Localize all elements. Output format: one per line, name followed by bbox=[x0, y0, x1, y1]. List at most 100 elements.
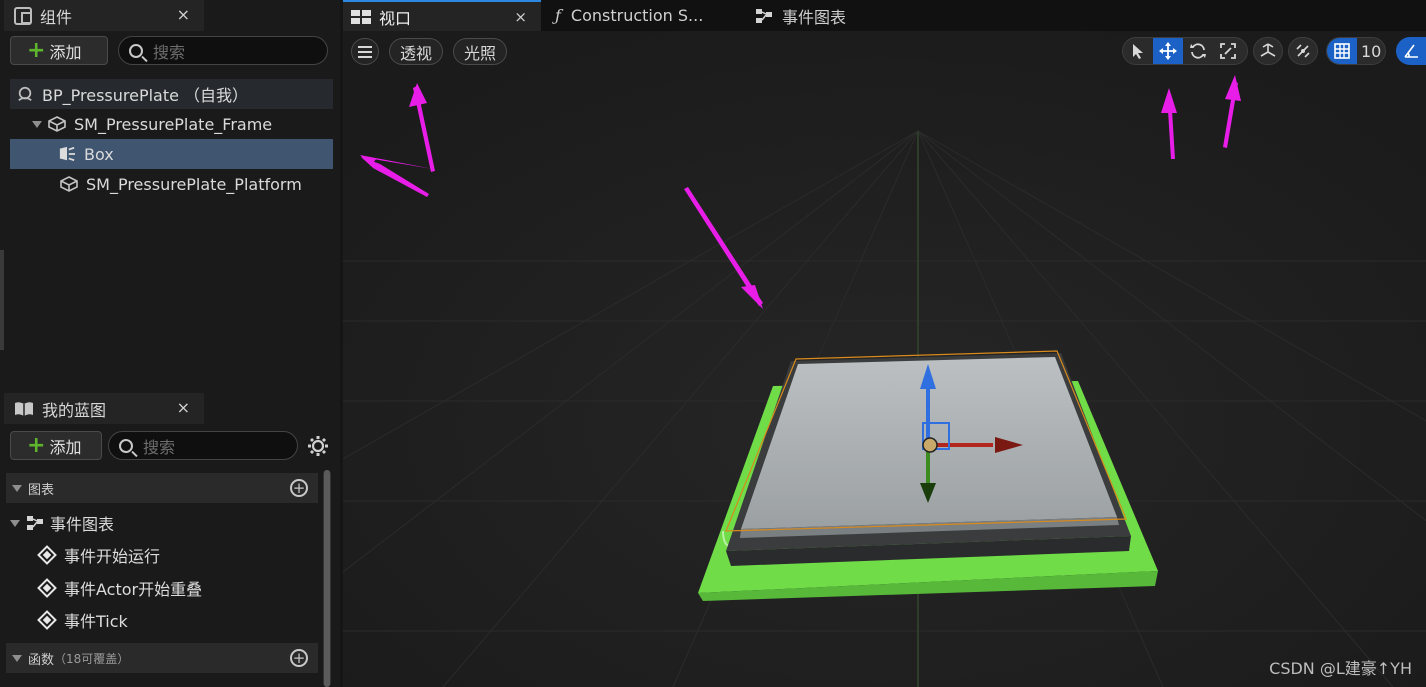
surface-snapping-button[interactable] bbox=[1288, 37, 1318, 65]
viewport-scene bbox=[343, 31, 1426, 687]
components-add-button[interactable]: + 添加 bbox=[10, 36, 108, 65]
perspective-button[interactable]: 透视 bbox=[389, 38, 443, 65]
components-search-placeholder: 搜索 bbox=[153, 42, 186, 62]
transform-tools bbox=[1122, 37, 1248, 65]
event-item[interactable]: 事件Actor开始重叠 bbox=[37, 574, 203, 602]
event-node-icon bbox=[37, 578, 57, 598]
scrollbar-thumb[interactable] bbox=[324, 470, 330, 687]
components-close-button[interactable]: × bbox=[177, 5, 190, 24]
event-node-icon bbox=[37, 610, 57, 630]
blueprint-toolbar: + 添加 搜索 bbox=[10, 431, 329, 460]
tree-item-platform[interactable]: SM_PressurePlate_Platform bbox=[10, 169, 333, 199]
move-icon bbox=[1159, 42, 1177, 60]
components-toolbar: + 添加 搜索 bbox=[10, 36, 328, 65]
event-graph-icon bbox=[756, 8, 772, 23]
components-tree: BP_PressurePlate （自我） SM_PressurePlate_F… bbox=[10, 79, 333, 199]
section-functions-suffix: （18可覆盖） bbox=[54, 651, 130, 666]
tree-item-frame[interactable]: SM_PressurePlate_Frame bbox=[10, 109, 333, 139]
tree-item-root[interactable]: BP_PressurePlate （自我） bbox=[10, 79, 333, 109]
world-axis-icon bbox=[1260, 43, 1276, 57]
section-graphs-label: 图表 bbox=[28, 482, 55, 498]
editor-tab-bar: 视口 × ƒ Construction S... 事件图表 bbox=[343, 0, 1426, 31]
section-functions[interactable]: 函数 （18可覆盖） + bbox=[6, 643, 318, 673]
event-item-label: 事件开始运行 bbox=[64, 547, 161, 566]
level-viewport[interactable]: 透视 光照 10 CSDN @L建豪↑YH bbox=[343, 31, 1426, 687]
my-blueprint-tab[interactable]: 我的蓝图 × bbox=[4, 393, 204, 424]
watermark-text: CSDN @L建豪↑YH bbox=[1269, 659, 1412, 678]
tree-item-label: BP_PressurePlate （自我） bbox=[42, 86, 249, 105]
function-icon: ƒ bbox=[555, 6, 561, 25]
blueprint-add-label: 添加 bbox=[49, 437, 82, 457]
blueprint-search-input[interactable]: 搜索 bbox=[108, 431, 298, 460]
search-icon bbox=[119, 438, 133, 453]
grid-snap-value[interactable]: 10 bbox=[1357, 42, 1381, 61]
grid-icon bbox=[1334, 43, 1350, 59]
components-add-label: 添加 bbox=[49, 42, 82, 62]
actor-icon bbox=[18, 86, 32, 101]
tab-viewport[interactable]: 视口 × bbox=[343, 0, 541, 31]
search-icon bbox=[129, 43, 143, 58]
event-item-label: 事件Actor开始重叠 bbox=[64, 580, 203, 599]
tree-item-box[interactable]: Box bbox=[10, 139, 333, 169]
section-functions-label: 函数 bbox=[28, 652, 55, 668]
world-local-toggle[interactable] bbox=[1253, 37, 1283, 65]
window-edge-strip bbox=[0, 250, 4, 350]
event-item-label: 事件Tick bbox=[64, 612, 128, 631]
section-graphs[interactable]: 图表 + bbox=[6, 473, 318, 503]
event-graph-label: 事件图表 bbox=[50, 515, 115, 534]
grid-snap-group: 10 bbox=[1326, 37, 1386, 65]
event-item[interactable]: 事件Tick bbox=[37, 606, 128, 634]
angle-icon bbox=[1404, 44, 1418, 58]
rotate-icon bbox=[1190, 43, 1206, 59]
my-blueprint-title: 我的蓝图 bbox=[42, 400, 107, 420]
tree-item-label: SM_PressurePlate_Platform bbox=[86, 174, 302, 194]
cursor-icon bbox=[1133, 44, 1143, 59]
blueprint-scrollbar[interactable] bbox=[323, 470, 331, 687]
components-tab[interactable]: 组件 × bbox=[4, 0, 204, 31]
static-mesh-icon bbox=[60, 176, 78, 192]
event-node-icon bbox=[37, 545, 57, 565]
book-icon bbox=[15, 401, 33, 416]
event-item[interactable]: 事件开始运行 bbox=[37, 541, 161, 569]
tree-item-label: SM_PressurePlate_Frame bbox=[74, 114, 273, 134]
add-function-button[interactable]: + bbox=[290, 649, 308, 667]
tab-label: 事件图表 bbox=[782, 7, 847, 27]
components-title: 组件 bbox=[40, 7, 73, 27]
plus-icon: + bbox=[27, 37, 46, 63]
tab-label: Construction S... bbox=[570, 6, 704, 25]
my-blueprint-close-button[interactable]: × bbox=[177, 398, 190, 417]
box-collision-icon bbox=[59, 146, 75, 162]
scale-icon bbox=[1220, 43, 1236, 59]
tab-event-graph[interactable]: 事件图表 bbox=[755, 0, 885, 31]
viewport-icon bbox=[351, 9, 371, 24]
blueprint-add-button[interactable]: + 添加 bbox=[10, 431, 102, 460]
expand-triangle-icon[interactable] bbox=[10, 519, 20, 527]
plus-icon: + bbox=[27, 432, 46, 458]
select-tool-button[interactable] bbox=[1123, 38, 1153, 64]
blueprint-search-placeholder: 搜索 bbox=[143, 437, 176, 457]
tab-label: 视口 bbox=[379, 8, 412, 28]
expand-triangle-icon[interactable] bbox=[12, 654, 22, 662]
rotation-snap-toggle[interactable] bbox=[1396, 37, 1426, 65]
scale-tool-button[interactable] bbox=[1213, 38, 1243, 64]
tab-close-button[interactable]: × bbox=[514, 8, 527, 26]
expand-triangle-icon[interactable] bbox=[32, 120, 42, 128]
grid-snap-toggle[interactable] bbox=[1327, 38, 1357, 64]
event-graph-icon bbox=[27, 516, 43, 530]
tab-construction-script[interactable]: ƒ Construction S... bbox=[555, 0, 745, 31]
lighting-button[interactable]: 光照 bbox=[453, 38, 507, 65]
hamburger-icon bbox=[358, 45, 372, 58]
viewport-options-button[interactable] bbox=[351, 38, 379, 65]
static-mesh-icon bbox=[48, 116, 66, 132]
surface-snap-icon bbox=[1296, 44, 1310, 58]
left-column: 组件 × + 添加 搜索 BP_PressurePlate （自我） SM_Pr… bbox=[0, 0, 340, 687]
components-search-input[interactable]: 搜索 bbox=[118, 36, 328, 65]
rotate-tool-button[interactable] bbox=[1183, 38, 1213, 64]
gear-icon[interactable] bbox=[307, 435, 329, 457]
tree-item-label: Box bbox=[84, 144, 114, 164]
event-graph-item[interactable]: 事件图表 bbox=[10, 508, 310, 538]
add-graph-button[interactable]: + bbox=[290, 479, 308, 497]
expand-triangle-icon[interactable] bbox=[12, 484, 22, 492]
translate-tool-button[interactable] bbox=[1153, 38, 1183, 64]
components-icon bbox=[14, 6, 32, 25]
